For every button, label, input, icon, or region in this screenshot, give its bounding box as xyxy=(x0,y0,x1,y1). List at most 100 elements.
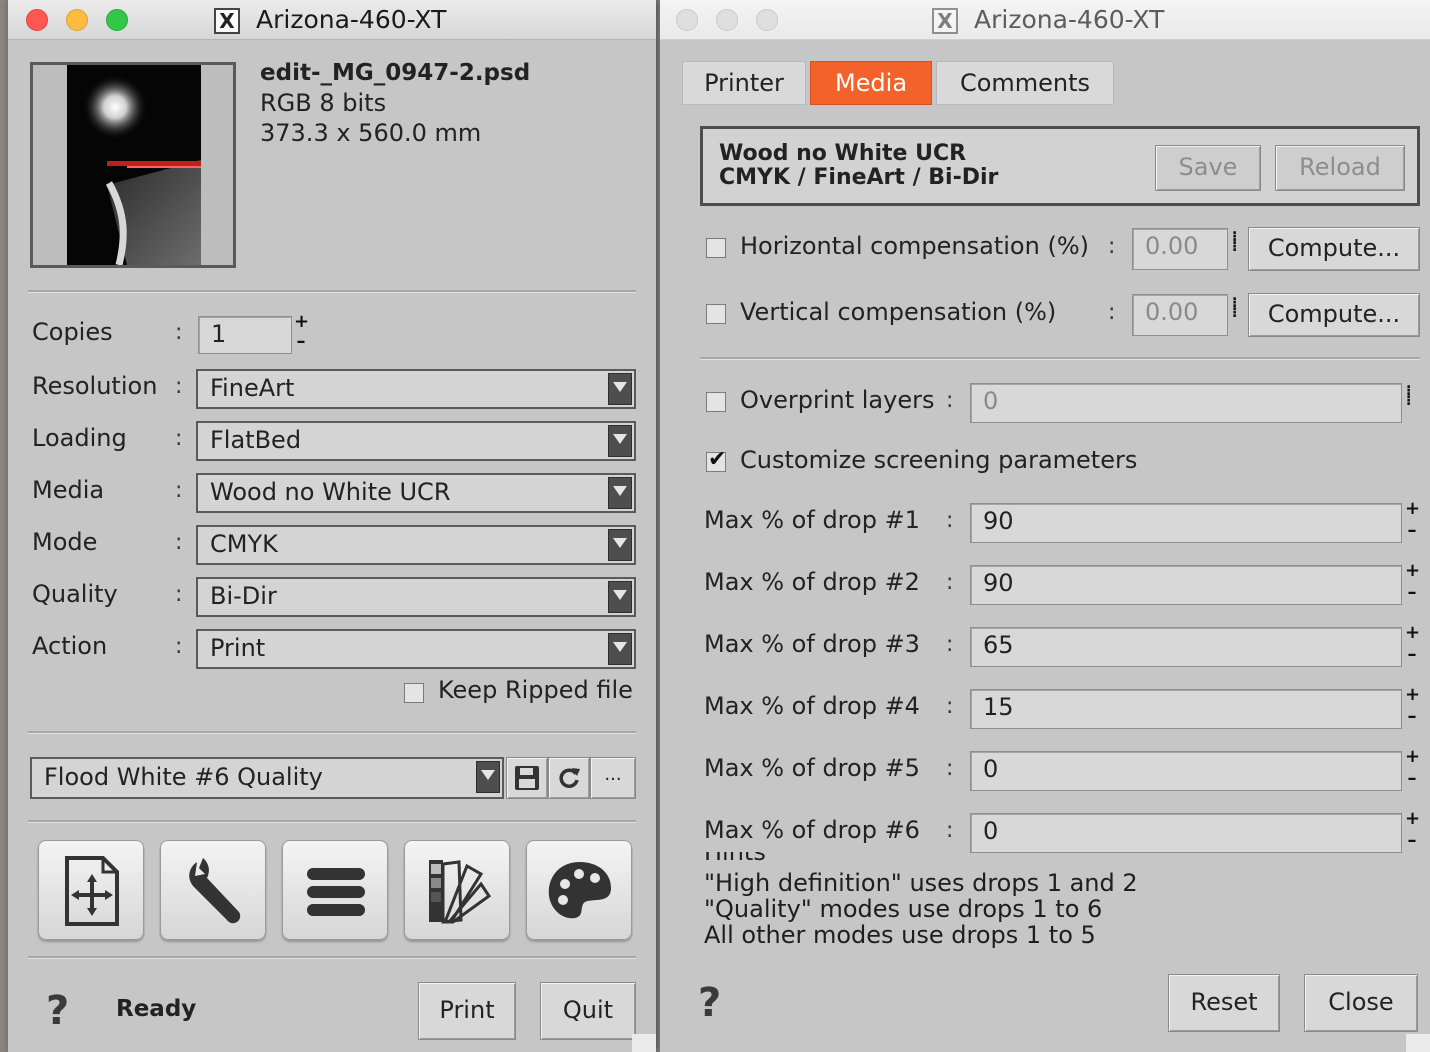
media-info-panel: Wood no White UCR CMYK / FineArt / Bi-Di… xyxy=(700,126,1420,206)
titlebar[interactable]: X Arizona-460-XT xyxy=(8,0,656,40)
drop-3-input[interactable]: 65 xyxy=(970,627,1402,667)
photo-preview xyxy=(67,65,201,265)
drop-4-increment[interactable]: + xyxy=(1405,686,1420,704)
copies-decrement-button[interactable]: – xyxy=(294,333,308,351)
drop-5-increment[interactable]: + xyxy=(1405,748,1420,766)
chevron-down-icon[interactable] xyxy=(476,761,500,793)
titlebar[interactable]: X Arizona-460-XT xyxy=(660,0,1430,40)
refresh-preset-button[interactable] xyxy=(548,757,590,799)
vertical-compensation-label: Vertical compensation (%) xyxy=(740,298,1057,326)
colon: : xyxy=(175,530,183,555)
drop-6-decrement[interactable]: – xyxy=(1405,832,1419,850)
reload-button[interactable]: Reload xyxy=(1275,145,1405,191)
vertical-compensation-input[interactable]: 0.00 xyxy=(1132,294,1228,336)
action-select[interactable]: Print xyxy=(196,629,636,669)
tab-media[interactable]: Media xyxy=(810,61,932,105)
toolbar-button-palette[interactable] xyxy=(526,840,632,940)
close-window-button[interactable] xyxy=(26,9,48,31)
drop-6-increment[interactable]: + xyxy=(1405,810,1420,828)
quality-select[interactable]: Bi-Dir xyxy=(196,577,636,617)
resize-grip[interactable] xyxy=(632,1034,656,1052)
vertical-compensation-checkbox[interactable] xyxy=(706,304,726,324)
save-preset-button[interactable] xyxy=(506,757,548,799)
quit-button[interactable]: Quit xyxy=(540,982,636,1040)
minimize-window-button[interactable] xyxy=(66,9,88,31)
file-dimensions: 373.3 x 560.0 mm xyxy=(260,119,482,147)
drop-6-input[interactable]: 0 xyxy=(970,813,1402,853)
copies-input[interactable]: 1 xyxy=(198,316,292,354)
chevron-down-icon[interactable] xyxy=(608,633,632,665)
palette-icon xyxy=(548,862,611,919)
drop-2-input[interactable]: 90 xyxy=(970,565,1402,605)
drop-4-decrement[interactable]: – xyxy=(1405,708,1419,726)
close-button[interactable]: Close xyxy=(1304,974,1418,1032)
drop-1-increment[interactable]: + xyxy=(1405,500,1420,518)
divider xyxy=(28,731,636,734)
colon: : xyxy=(175,374,183,399)
tab-comments[interactable]: Comments xyxy=(936,61,1114,105)
chevron-down-icon[interactable] xyxy=(608,477,632,509)
vertical-spin-buttons[interactable]: ⁝ ⁝ xyxy=(1232,296,1237,320)
zoom-window-button[interactable] xyxy=(756,9,778,31)
resize-grip[interactable] xyxy=(1406,1034,1430,1052)
drop-1-decrement[interactable]: – xyxy=(1405,522,1419,540)
zoom-window-button[interactable] xyxy=(106,9,128,31)
drop-3-decrement[interactable]: – xyxy=(1405,646,1419,664)
toolbar-button-move[interactable] xyxy=(38,840,144,940)
horizontal-compensation-label: Horizontal compensation (%) xyxy=(740,232,1089,260)
copies-increment-button[interactable]: + xyxy=(294,313,309,331)
resolution-select[interactable]: FineArt xyxy=(196,369,636,409)
vertical-compute-button[interactable]: Compute... xyxy=(1248,293,1420,337)
resolution-value: FineArt xyxy=(210,374,295,402)
help-icon[interactable]: ? xyxy=(46,988,69,1034)
horizontal-spin-buttons[interactable]: ⁝ ⁝ xyxy=(1232,230,1237,254)
mode-select[interactable]: CMYK xyxy=(196,525,636,565)
drop-4-input[interactable]: 15 xyxy=(970,689,1402,729)
chevron-down-icon[interactable] xyxy=(608,581,632,613)
overprint-spin-buttons[interactable]: ⁝ ⁝ xyxy=(1406,384,1411,408)
refresh-icon xyxy=(559,768,580,788)
tab-printer[interactable]: Printer xyxy=(682,61,806,105)
more-preset-button[interactable]: ... xyxy=(590,757,636,799)
quality-label: Quality xyxy=(32,580,118,608)
print-button[interactable]: Print xyxy=(418,982,516,1040)
loading-select[interactable]: FlatBed xyxy=(196,421,636,461)
help-icon[interactable]: ? xyxy=(698,980,721,1026)
drop-5-decrement[interactable]: – xyxy=(1405,770,1419,788)
media-select[interactable]: Wood no White UCR xyxy=(196,473,636,513)
toolbar-button-queue[interactable] xyxy=(282,840,388,940)
drop-1-input[interactable]: 90 xyxy=(970,503,1402,543)
customize-screening-checkbox[interactable] xyxy=(706,447,726,472)
colon: : xyxy=(946,694,954,719)
horizontal-compensation-input[interactable]: 0.00 xyxy=(1132,228,1228,270)
chevron-down-icon[interactable] xyxy=(608,529,632,561)
drop-6-label: Max % of drop #6 xyxy=(704,816,920,844)
drop-3-increment[interactable]: + xyxy=(1405,624,1420,642)
save-button[interactable]: Save xyxy=(1155,145,1261,191)
menu-lines-icon xyxy=(307,868,365,916)
close-window-button[interactable] xyxy=(676,9,698,31)
chevron-down-icon[interactable] xyxy=(608,425,632,457)
horizontal-compensation-checkbox[interactable] xyxy=(706,238,726,258)
drop-4-label: Max % of drop #4 xyxy=(704,692,920,720)
reset-button[interactable]: Reset xyxy=(1168,974,1280,1032)
window-title: Arizona-460-XT xyxy=(974,5,1165,34)
action-value: Print xyxy=(210,634,266,662)
drop-5-label: Max % of drop #5 xyxy=(704,754,920,782)
image-thumbnail xyxy=(30,62,236,268)
minimize-window-button[interactable] xyxy=(716,9,738,31)
hints-title-clip: Hints xyxy=(700,852,1000,866)
preset-select[interactable]: Flood White #6 Quality xyxy=(30,757,504,799)
file-name: edit-_MG_0947-2.psd xyxy=(260,60,531,86)
toolbar-button-settings[interactable] xyxy=(160,840,266,940)
file-color-info: RGB 8 bits xyxy=(260,89,387,117)
horizontal-compute-button[interactable]: Compute... xyxy=(1248,227,1420,271)
drop-2-increment[interactable]: + xyxy=(1405,562,1420,580)
overprint-layers-input[interactable]: 0 xyxy=(970,383,1402,423)
chevron-down-icon[interactable] xyxy=(608,373,632,405)
toolbar-button-colors[interactable] xyxy=(404,840,510,940)
drop-2-decrement[interactable]: – xyxy=(1405,584,1419,602)
drop-5-input[interactable]: 0 xyxy=(970,751,1402,791)
overprint-layers-checkbox[interactable] xyxy=(706,392,726,412)
keep-ripped-checkbox[interactable] xyxy=(404,683,424,703)
